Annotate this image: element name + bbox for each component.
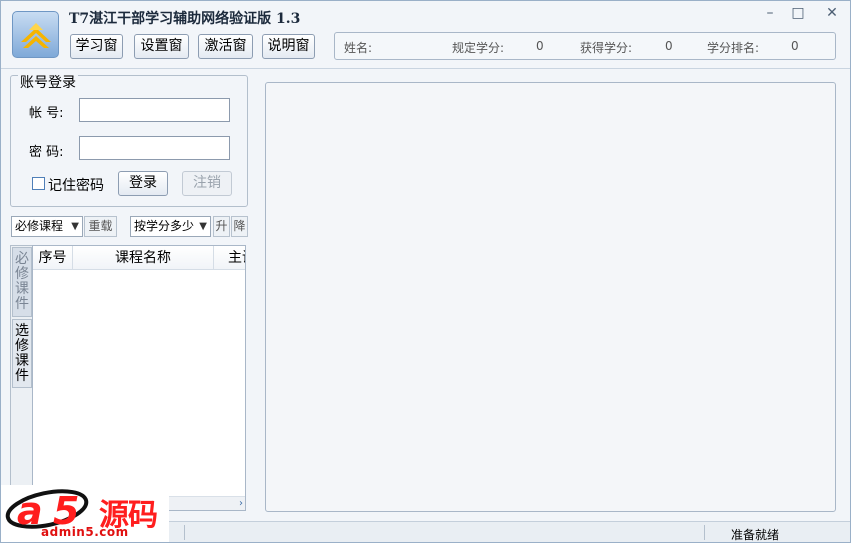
earned-credits-label: 获得学分: [580, 41, 633, 55]
help-window-button[interactable]: 说明窗 [262, 34, 315, 59]
study-window-button[interactable]: 学习窗 [70, 34, 123, 59]
window-title: T7湛江干部学习辅助网络验证版 1.3 [69, 11, 301, 27]
password-input[interactable] [79, 136, 230, 160]
remember-password-label[interactable]: 记住密码 [48, 175, 104, 195]
sort-descending-button[interactable]: 降 [231, 216, 248, 237]
maximize-button[interactable]: □ [785, 4, 811, 22]
sort-value: 按学分多少 [134, 219, 195, 233]
course-type-value: 必修课程 [15, 219, 64, 233]
sort-select[interactable]: 按学分多少 ▼ [130, 216, 211, 237]
app-window: T7湛江干部学习辅助网络验证版 1.3 – □ ✕ 学习窗 设置窗 激活窗 说明… [0, 0, 851, 543]
chevron-down-icon: ▼ [199, 221, 207, 232]
status-divider [704, 525, 705, 540]
status-divider [184, 525, 185, 540]
status-text: 准备就绪 [731, 528, 780, 542]
column-header-lecturer[interactable]: 主讲 [214, 246, 245, 270]
tab-required-courseware[interactable]: 必修课件 [12, 247, 32, 317]
svg-text:a: a [17, 489, 43, 533]
column-header-index[interactable]: 序号 [33, 246, 73, 270]
account-label: 帐 号: [29, 106, 64, 121]
course-tab-strip: 必修课件 选修课件 [10, 245, 33, 511]
login-button[interactable]: 登录 [118, 171, 168, 196]
user-info-bar: 姓名: 规定学分: 0 获得学分: 0 学分排名: 0 [334, 32, 836, 60]
app-logo-icon [12, 11, 59, 58]
password-label: 密 码: [29, 145, 64, 160]
required-credits-label: 规定学分: [452, 41, 505, 55]
minimize-button[interactable]: – [757, 4, 783, 22]
sort-ascending-button[interactable]: 升 [213, 216, 230, 237]
chevron-down-icon: ▼ [71, 221, 79, 232]
watermark-site: admin5.com [41, 525, 129, 539]
header-divider [1, 68, 850, 69]
account-input[interactable] [79, 98, 230, 122]
tab-required-courseware-label: 必修课件 [15, 251, 29, 312]
rank-value: 0 [791, 39, 799, 53]
name-label: 姓名: [344, 41, 373, 55]
close-button[interactable]: ✕ [819, 4, 845, 22]
tab-elective-courseware-label: 选修课件 [15, 323, 29, 384]
required-credits-value: 0 [536, 39, 544, 53]
login-group-title: 账号登录 [18, 75, 78, 91]
settings-window-button[interactable]: 设置窗 [134, 34, 189, 59]
earned-credits-value: 0 [665, 39, 673, 53]
content-panel [265, 82, 836, 512]
activation-window-button[interactable]: 激活窗 [198, 34, 253, 59]
course-list[interactable]: 序号 课程名称 主讲 › [32, 245, 246, 511]
column-header-course-name[interactable]: 课程名称 [73, 246, 214, 270]
remember-password-checkbox[interactable] [32, 177, 45, 190]
tab-elective-courseware[interactable]: 选修课件 [12, 319, 32, 388]
logout-button[interactable]: 注销 [182, 171, 232, 196]
rank-label: 学分排名: [707, 41, 760, 55]
course-type-select[interactable]: 必修课程 ▼ [11, 216, 83, 237]
scroll-right-icon[interactable]: › [239, 497, 243, 510]
reload-button[interactable]: 重载 [84, 216, 117, 237]
